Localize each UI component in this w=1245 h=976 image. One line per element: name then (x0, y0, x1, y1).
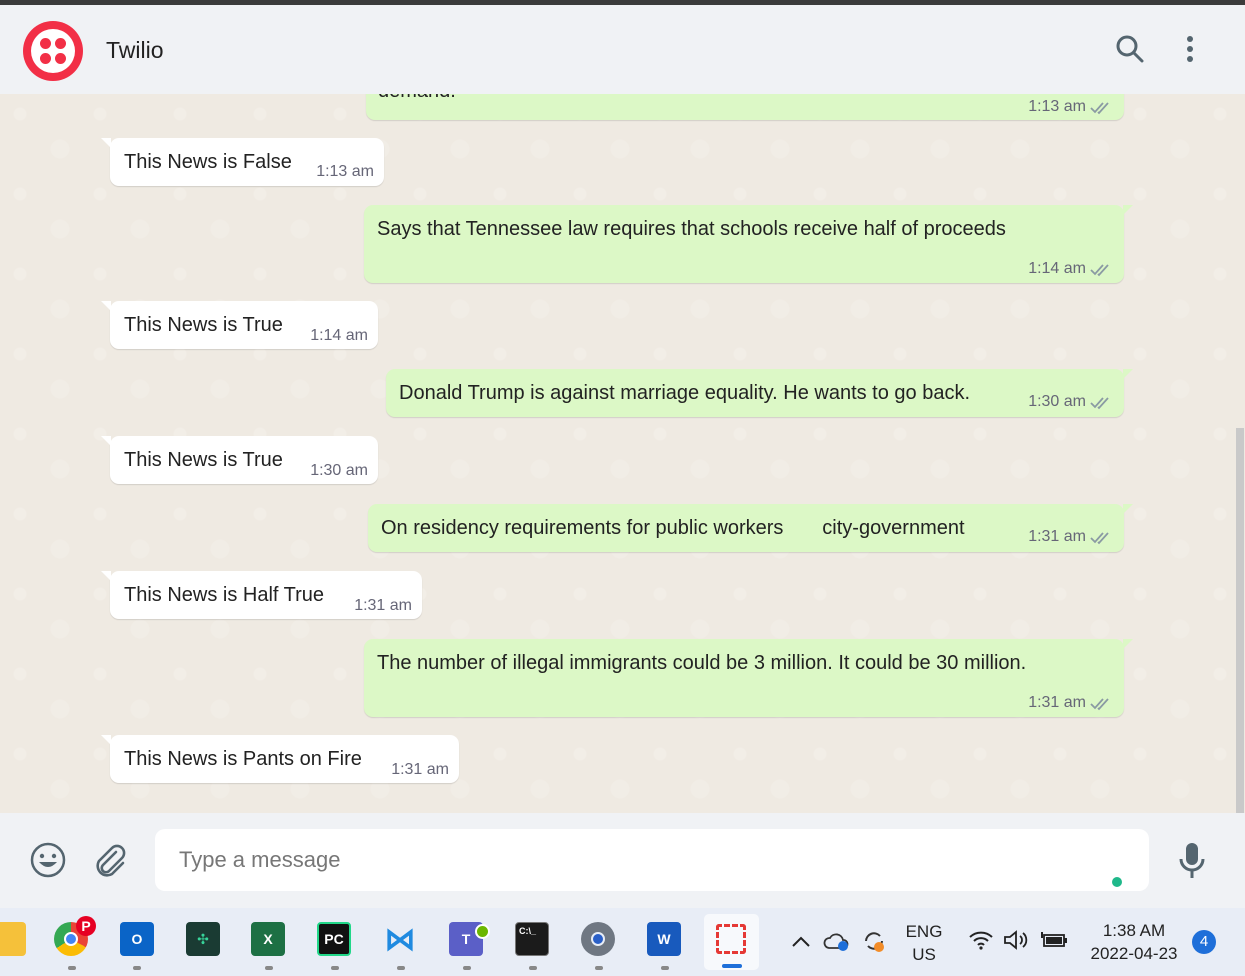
double-check-icon (1090, 397, 1109, 410)
message-input[interactable] (179, 841, 1079, 879)
message-text: This News is True (124, 449, 283, 471)
message-text: This News is True (124, 314, 283, 336)
twilio-logo-icon[interactable] (23, 21, 83, 81)
app-green-icon[interactable]: ✣ (186, 922, 220, 956)
message-list[interactable]: demand. 1:13 am This News is False 1:13 … (0, 94, 1245, 813)
message-incoming[interactable]: This News is Pants on Fire 1:31 am (101, 735, 459, 783)
settings-icon[interactable] (581, 922, 615, 956)
paperclip-icon[interactable] (92, 843, 128, 884)
clock-date[interactable]: 2022-04-23 (1084, 944, 1184, 964)
message-time: 1:30 am (310, 462, 368, 479)
chat-header: Twilio (0, 5, 1245, 94)
message-time: 1:31 am (354, 597, 412, 614)
pycharm-icon[interactable]: PC (317, 922, 351, 956)
message-time: 1:31 am (391, 761, 449, 778)
contact-name[interactable]: Twilio (106, 37, 164, 64)
language-indicator-top[interactable]: ENG (904, 922, 944, 942)
message-time: 1:14 am (1028, 260, 1086, 277)
message-input-container[interactable] (155, 829, 1149, 891)
word-icon[interactable]: W (647, 922, 681, 956)
message-composer (0, 813, 1245, 908)
microphone-icon[interactable] (1176, 841, 1208, 886)
language-indicator-bottom[interactable]: US (904, 945, 944, 965)
message-text: This News is False (124, 151, 292, 173)
message-time: 1:13 am (1028, 98, 1086, 115)
kebab-menu-icon[interactable] (1172, 31, 1208, 67)
snipping-tool-icon (716, 924, 746, 954)
onedrive-icon[interactable] (823, 930, 851, 957)
message-time: 1:13 am (316, 163, 374, 180)
message-time: 1:31 am (1028, 694, 1086, 711)
message-time: 1:31 am (1028, 528, 1086, 545)
teams-status-icon (475, 924, 490, 939)
message-incoming[interactable]: This News is True 1:30 am (101, 436, 378, 484)
outlook-icon[interactable]: O (120, 922, 154, 956)
message-text: Donald Trump is against marriage equalit… (399, 382, 971, 404)
terminal-icon[interactable]: C:\_ (515, 922, 549, 956)
notification-badge[interactable]: 4 (1192, 930, 1216, 954)
message-outgoing[interactable]: On residency requirements for public wor… (368, 504, 1133, 552)
message-outgoing[interactable]: Donald Trump is against marriage equalit… (386, 369, 1133, 417)
chevron-up-icon[interactable] (791, 934, 811, 953)
wifi-icon[interactable] (968, 930, 994, 955)
file-explorer-icon[interactable] (0, 922, 26, 956)
double-check-icon (1090, 698, 1109, 711)
message-text: Says that Tennessee law requires that sc… (377, 218, 1006, 240)
clock-time[interactable]: 1:38 AM (1084, 921, 1184, 941)
message-outgoing[interactable]: The number of illegal immigrants could b… (364, 639, 1133, 717)
battery-icon[interactable] (1040, 930, 1068, 955)
search-icon[interactable] (1112, 31, 1148, 67)
windows-taskbar: P O ✣ X PC ⋈ T C:\_ W ENG US 1:38 AM 202… (0, 908, 1245, 976)
status-dot-icon (1112, 877, 1122, 887)
message-text: On residency requirements for public wor… (381, 517, 965, 539)
double-check-icon (1090, 102, 1109, 115)
vscode-icon[interactable]: ⋈ (383, 921, 417, 957)
volume-icon[interactable] (1003, 930, 1029, 955)
message-time: 1:30 am (1028, 393, 1086, 410)
message-text: This News is Half True (124, 584, 325, 606)
message-text: This News is Pants on Fire (124, 748, 362, 770)
message-outgoing-partial[interactable]: demand. 1:13 am (366, 94, 1124, 120)
emoji-icon[interactable] (29, 841, 67, 884)
snipping-tool-active[interactable] (704, 914, 759, 970)
message-time: 1:14 am (310, 327, 368, 344)
double-check-icon (1090, 264, 1109, 277)
message-outgoing[interactable]: Says that Tennessee law requires that sc… (364, 205, 1133, 283)
pinterest-badge-icon: P (76, 916, 96, 936)
scrollbar-thumb[interactable] (1236, 428, 1244, 813)
message-incoming[interactable]: This News is Half True 1:31 am (101, 571, 422, 619)
message-text: demand. (378, 94, 456, 103)
message-incoming[interactable]: This News is True 1:14 am (101, 301, 378, 349)
excel-icon[interactable]: X (251, 922, 285, 956)
sync-icon[interactable] (861, 928, 887, 959)
message-incoming[interactable]: This News is False 1:13 am (101, 138, 384, 186)
message-text: The number of illegal immigrants could b… (377, 652, 1027, 674)
double-check-icon (1090, 532, 1109, 545)
